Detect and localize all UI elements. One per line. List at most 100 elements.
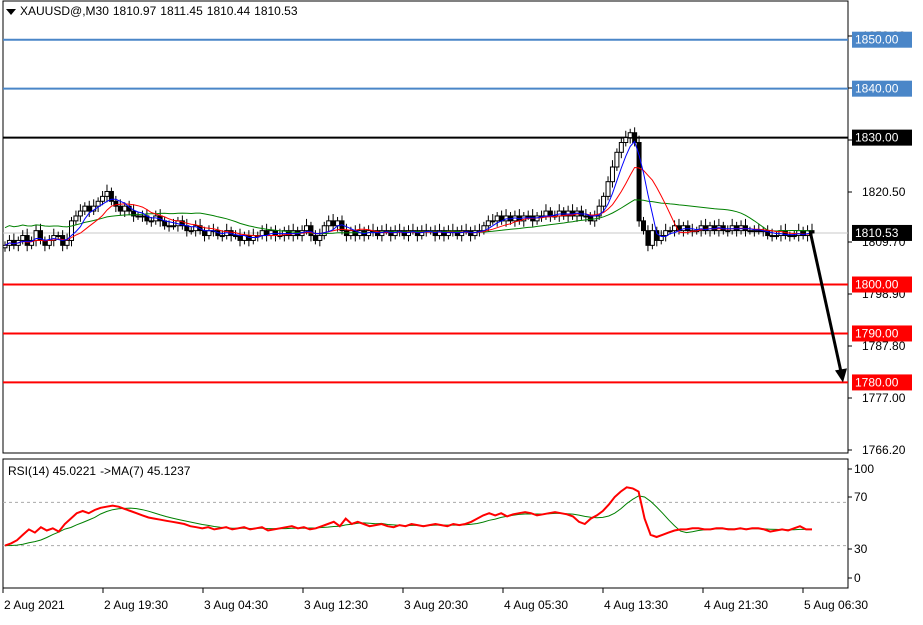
rsi-ma-label: ->MA(7) 45.1237 <box>100 464 191 478</box>
level-tag-label: 1790.00 <box>855 326 899 340</box>
candle-body <box>649 230 655 246</box>
candle-body <box>55 235 61 238</box>
chart-header: XAUUSD@,M30 1810.97 1811.45 1810.44 1810.53 <box>6 4 298 18</box>
rsi-tick-label: 100 <box>854 462 874 476</box>
open-value: 1810.97 <box>112 4 157 18</box>
time-tick-label: 5 Aug 06:30 <box>804 598 868 612</box>
chart-canvas: 1853.201842.401831.601820.501809.701798.… <box>2 0 912 612</box>
candle-body <box>188 230 194 233</box>
candle-body <box>330 220 336 227</box>
low-value: 1810.44 <box>206 4 251 18</box>
candle-body <box>104 190 110 197</box>
time-tick-label: 4 Aug 05:30 <box>504 598 568 612</box>
candle-body <box>170 225 176 228</box>
candle-body <box>290 230 296 237</box>
candle-body <box>122 205 128 212</box>
candle-body <box>525 215 531 218</box>
candle-body <box>494 215 500 222</box>
candle-body <box>202 230 208 237</box>
level-tag-label: 1830.00 <box>855 131 899 145</box>
candle-body <box>725 230 731 233</box>
time-tick-label: 4 Aug 13:30 <box>604 598 668 612</box>
candle-body <box>747 230 753 233</box>
rsi-tick-label: 30 <box>854 542 868 556</box>
price-tick-label: 1820.50 <box>862 185 906 199</box>
time-tick-label: 3 Aug 04:30 <box>204 598 268 612</box>
level-tag-label: 1850.00 <box>855 33 899 47</box>
candle-body <box>618 142 624 153</box>
candle-body <box>139 215 145 218</box>
candle-body <box>86 205 92 212</box>
candle-body <box>237 235 243 241</box>
candle-body <box>490 220 496 223</box>
candle-body <box>268 230 274 237</box>
candle-body <box>756 230 762 233</box>
candle-body <box>20 235 26 241</box>
candle-body <box>166 225 172 228</box>
high-value: 1811.45 <box>160 4 203 18</box>
price-tick-label: 1777.00 <box>862 391 906 405</box>
rsi-label: RSI(14) 45.0221 <box>8 464 97 478</box>
close-value: 1810.53 <box>254 4 298 18</box>
candle-body <box>64 239 70 246</box>
candle-body <box>485 220 491 227</box>
symbol-label: XAUUSD@,M30 <box>20 4 109 18</box>
rsi-tick-label: 0 <box>854 571 861 585</box>
candle-body <box>645 230 651 246</box>
level-tag-label: 1780.00 <box>855 375 899 389</box>
candle-body <box>46 239 52 246</box>
candle-body <box>233 235 239 238</box>
candle-body <box>663 230 669 237</box>
candle-body <box>73 215 79 222</box>
candle-body <box>219 235 225 238</box>
candle-body <box>627 132 633 139</box>
candle-body <box>609 166 615 183</box>
candle-body <box>272 230 278 237</box>
candle-body <box>623 137 629 144</box>
current-price-label: 1810.53 <box>855 226 899 240</box>
time-tick-label: 4 Aug 21:30 <box>704 598 768 612</box>
rsi-pane-frame <box>2 458 849 589</box>
forecast-arrow-head-icon <box>835 368 847 383</box>
candle-body <box>308 225 314 237</box>
candle-body <box>304 225 310 232</box>
candle-body <box>317 235 323 241</box>
candle-body <box>774 235 780 238</box>
candle-body <box>791 235 797 238</box>
candle-body <box>2 244 8 249</box>
time-tick-label: 2 Aug 2021 <box>4 598 65 612</box>
candle-body <box>326 220 332 227</box>
candle-body <box>77 210 83 217</box>
candle-body <box>641 220 647 232</box>
candle-body <box>11 239 17 246</box>
candle-body <box>583 215 589 218</box>
rsi-header: RSI(14) 45.0221 ->MA(7) 45.1237 <box>8 464 190 478</box>
candle-body <box>605 181 611 197</box>
candle-body <box>206 230 212 237</box>
candle-body <box>751 230 757 233</box>
candle-body <box>601 195 607 207</box>
candle-body <box>95 200 101 207</box>
price-tick-label: 1766.20 <box>862 443 906 457</box>
time-tick-label: 3 Aug 20:30 <box>404 598 468 612</box>
candle-body <box>82 205 88 212</box>
candle-body <box>769 235 775 238</box>
candle-body <box>312 235 318 241</box>
candle-body <box>614 151 620 168</box>
candle-body <box>100 195 106 202</box>
candle-body <box>117 205 123 212</box>
time-tick-label: 2 Aug 19:30 <box>104 598 168 612</box>
candle-body <box>135 215 141 218</box>
level-tag-label: 1840.00 <box>855 82 899 96</box>
rsi-tick-label: 70 <box>854 490 868 504</box>
collapse-triangle-icon[interactable] <box>6 8 16 15</box>
candle-body <box>543 210 549 217</box>
candle-body <box>259 230 265 237</box>
candle-body <box>24 235 30 246</box>
candle-body <box>787 235 793 238</box>
rsi-ma-line <box>4 495 813 547</box>
time-tick-label: 3 Aug 12:30 <box>304 598 368 612</box>
level-tag-label: 1800.00 <box>855 278 899 292</box>
candle-body <box>667 230 673 233</box>
candle-body <box>148 220 154 223</box>
